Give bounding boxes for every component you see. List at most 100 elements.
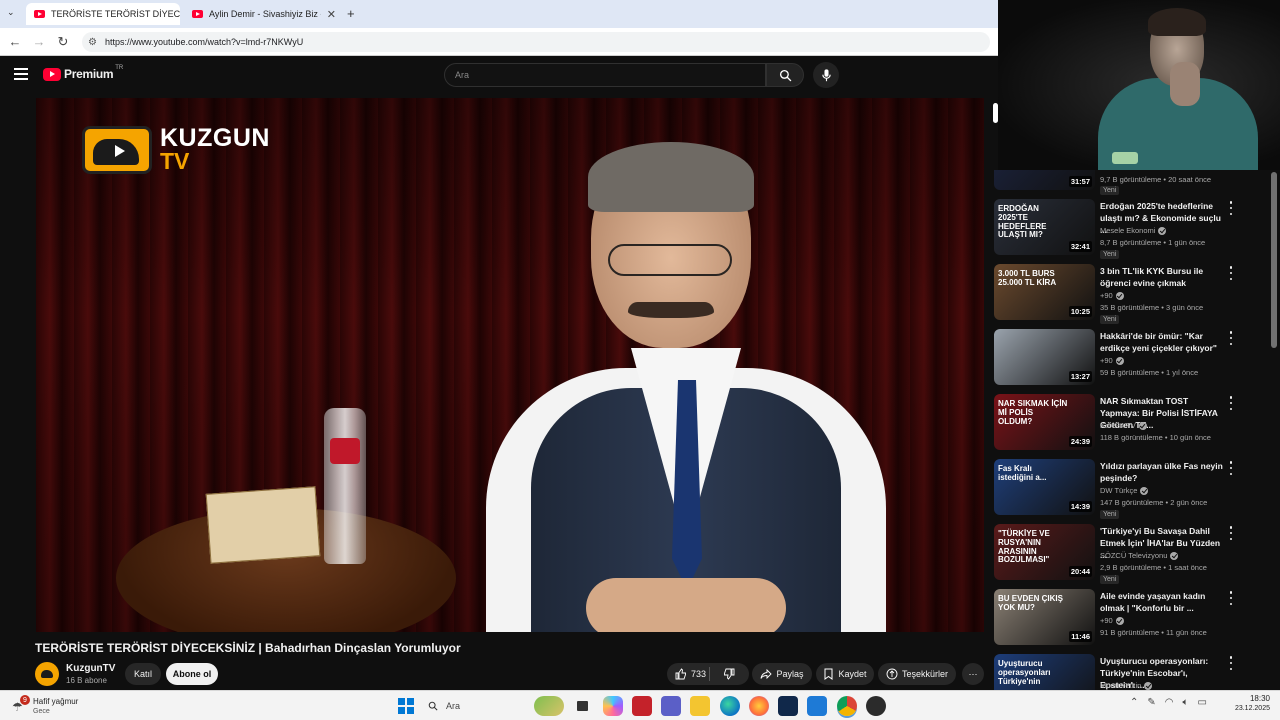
more-options-icon[interactable] xyxy=(1228,396,1234,410)
save-button[interactable]: Kaydet xyxy=(816,663,874,685)
recommendation-channel[interactable]: +90 xyxy=(1100,291,1124,300)
recommendation-title[interactable]: 3 bin TL'lik KYK Bursu ile öğrenci evine… xyxy=(1100,265,1224,289)
more-options-icon[interactable] xyxy=(1228,461,1234,475)
video-thumbnail[interactable]: 13:27 xyxy=(994,329,1095,385)
more-options-icon[interactable] xyxy=(1228,526,1234,540)
recommendation-channel[interactable]: Mesele Ekonomi xyxy=(1100,226,1167,235)
microphone-icon xyxy=(821,68,831,81)
more-options-icon[interactable] xyxy=(1228,656,1234,670)
tab-list-chevron-icon[interactable]: ⌄ xyxy=(7,7,15,18)
video-duration: 31:57 xyxy=(1068,176,1092,187)
recommendation-item[interactable]: ERDOĞAN 2025'TE HEDEFLERE ULAŞTI MI? 32:4… xyxy=(994,199,1280,259)
video-thumbnail[interactable]: ERDOĞAN 2025'TE HEDEFLERE ULAŞTI MI? 32:4… xyxy=(994,199,1095,255)
share-button[interactable]: Paylaş xyxy=(752,663,812,685)
editor-app-icon[interactable] xyxy=(778,696,798,716)
task-view-icon[interactable] xyxy=(573,696,593,716)
reload-icon[interactable]: ↻ xyxy=(51,30,75,54)
recommendation-item[interactable]: BU EVDEN ÇIKIŞ YOK MU? 11:46 Aile evinde y… xyxy=(994,589,1280,649)
video-thumbnail[interactable]: 3.000 TL BURS 25.000 TL KİRA 10:25 xyxy=(994,264,1095,320)
dislike-icon[interactable] xyxy=(723,668,735,680)
new-badge: Yeni xyxy=(1100,510,1120,519)
edge-icon[interactable] xyxy=(720,696,740,716)
video-thumbnail[interactable]: 31:57 xyxy=(994,170,1095,190)
youtube-premium-logo[interactable]: Premium TR xyxy=(43,65,123,81)
like-icon[interactable] xyxy=(675,668,687,680)
recommendation-title[interactable]: Hakkâri'de bir ömür: "Kar erdikçe yeni ç… xyxy=(1100,330,1224,354)
video-thumbnail[interactable]: "TÜRKİYE VE RUSYA'NIN ARASININ BOZULMASI… xyxy=(994,524,1095,580)
notification-badge: 9 xyxy=(20,695,30,705)
more-actions-icon[interactable]: ⋯ xyxy=(962,663,984,685)
copilot-icon[interactable] xyxy=(603,696,623,716)
volume-icon[interactable]: 🔈︎ xyxy=(1183,697,1189,708)
like-count[interactable]: 733 xyxy=(691,669,706,679)
recommendation-item[interactable]: 13:27 Hakkâri'de bir ömür: "Kar erdikçe y… xyxy=(994,329,1280,389)
recommendation-item[interactable]: "TÜRKİYE VE RUSYA'NIN ARASININ BOZULMASI… xyxy=(994,524,1280,584)
teams-icon[interactable] xyxy=(661,696,681,716)
recommendation-meta: 59 B görüntüleme • 1 yıl önce xyxy=(1100,368,1199,377)
recommendation-channel[interactable]: Kare34 TV xyxy=(1100,421,1147,430)
recommendation-channel[interactable]: Murat Yetkin xyxy=(1100,681,1153,690)
recommendation-item[interactable]: Uyuşturucu operasyonları Türkiye'nin Uyuş… xyxy=(994,654,1280,690)
battery-icon[interactable]: ▭ xyxy=(1198,697,1207,708)
new-badge: Yeni xyxy=(1100,575,1120,584)
windows-start-icon[interactable] xyxy=(396,696,416,716)
system-clock[interactable]: 18:30 23.12.2025 xyxy=(1222,694,1270,712)
channel-name[interactable]: KuzgunTV xyxy=(66,663,115,674)
new-tab-button[interactable]: + xyxy=(347,6,355,21)
more-options-icon[interactable] xyxy=(1228,331,1234,345)
browser-tab-active[interactable]: TERÖRİSTE TERÖRİST DİYEC 🔈︎ ✕ xyxy=(26,3,180,25)
upload-age: 3 gün önce xyxy=(1166,303,1204,312)
recommendation-item[interactable]: NAR SIKMAK İÇİN Mİ POLİS OLDUM? 24:39 NAR … xyxy=(994,394,1280,454)
more-options-icon[interactable] xyxy=(1228,201,1234,215)
more-options-icon[interactable] xyxy=(1228,591,1234,605)
video-thumbnail[interactable]: Uyuşturucu operasyonları Türkiye'nin xyxy=(994,654,1095,690)
chrome-icon[interactable] xyxy=(837,696,857,716)
address-bar[interactable]: ⚙︎ https://www.youtube.com/watch?v=lmd-r… xyxy=(82,32,990,52)
recommendation-channel[interactable]: +90 xyxy=(1100,616,1124,625)
forward-icon[interactable]: → xyxy=(27,30,51,54)
recommendation-meta: 9,7 B görüntüleme • 20 saat önce xyxy=(1100,175,1212,184)
pen-icon[interactable]: ✎ xyxy=(1147,697,1155,708)
thanks-button[interactable]: Teşekkürler xyxy=(878,663,956,685)
mail-icon[interactable] xyxy=(807,696,827,716)
video-thumbnail[interactable]: Fas Kralı istediğini a... 14:39 xyxy=(994,459,1095,515)
channel-avatar[interactable] xyxy=(35,662,59,686)
widgets-landscape-icon[interactable] xyxy=(534,696,564,716)
wifi-icon[interactable]: ◠ xyxy=(1165,697,1174,708)
recommendation-item[interactable]: 31:57 9,7 B görüntüleme • 20 saat önce Yen… xyxy=(994,170,1280,195)
browser-tab[interactable]: Aylin Demir - Sivashiyiz Biz - YouTu ✕ xyxy=(184,3,344,25)
search-input[interactable]: Ara xyxy=(444,63,766,87)
recommendation-title[interactable]: Yıldızı parlayan ülke Fas neyin peşinde? xyxy=(1100,460,1224,484)
bookmark-icon xyxy=(824,668,833,680)
taskbar-search[interactable]: Ara xyxy=(424,696,534,716)
recommendation-channel[interactable]: SÖZCÜ Televizyonu xyxy=(1100,551,1179,560)
voice-search-button[interactable] xyxy=(813,62,839,88)
recommendation-title[interactable]: Aile evinde yaşayan kadın olmak | "Konfo… xyxy=(1100,590,1224,614)
upload-age: 20 saat önce xyxy=(1168,175,1212,184)
webcam-overlay xyxy=(998,0,1280,170)
chevron-up-icon[interactable]: ⌃ xyxy=(1130,697,1138,708)
join-button[interactable]: Katıl xyxy=(125,663,161,685)
view-count: 118 B görüntüleme xyxy=(1100,433,1163,442)
menu-icon[interactable] xyxy=(14,68,28,80)
search-button[interactable] xyxy=(766,63,804,87)
file-explorer-icon[interactable] xyxy=(690,696,710,716)
sidebar-scrollbar[interactable] xyxy=(1271,172,1277,348)
obs-icon[interactable] xyxy=(866,696,886,716)
recommendation-channel[interactable]: +90 xyxy=(1100,356,1124,365)
site-info-icon[interactable]: ⚙︎ xyxy=(88,37,97,48)
firefox-icon[interactable] xyxy=(749,696,769,716)
subscribe-button[interactable]: Abone ol xyxy=(166,663,218,685)
recommendation-item[interactable]: Fas Kralı istediğini a... 14:39 Yıldızı pa… xyxy=(994,459,1280,519)
recommendation-channel[interactable]: DW Türkçe xyxy=(1100,486,1149,495)
video-thumbnail[interactable]: BU EVDEN ÇIKIŞ YOK MU? 11:46 xyxy=(994,589,1095,645)
recommendation-item[interactable]: 3.000 TL BURS 25.000 TL KİRA 10:25 3 bin T… xyxy=(994,264,1280,324)
video-player[interactable]: KUZGUN TV xyxy=(36,98,984,632)
video-thumbnail[interactable]: NAR SIKMAK İÇİN Mİ POLİS OLDUM? 24:39 xyxy=(994,394,1095,450)
pdf-reader-icon[interactable] xyxy=(632,696,652,716)
upload-age: 1 yıl önce xyxy=(1166,368,1199,377)
kuzgun-tv-watermark: KUZGUN TV xyxy=(82,126,270,174)
close-tab-icon[interactable]: ✕ xyxy=(321,8,336,21)
more-options-icon[interactable] xyxy=(1228,266,1234,280)
back-icon[interactable]: ← xyxy=(3,30,27,54)
